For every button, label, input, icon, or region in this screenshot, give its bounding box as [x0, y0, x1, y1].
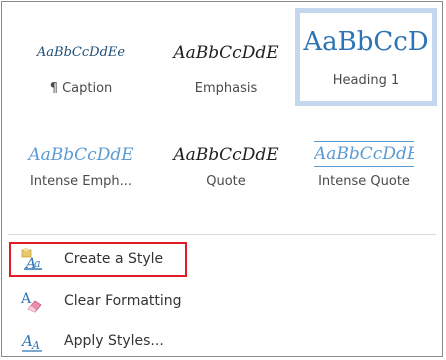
style-name: Intense Quote: [318, 174, 410, 189]
style-name: Intense Emph...: [29, 174, 133, 189]
style-tile-caption[interactable]: AaBbCcDdEe ¶ Caption: [12, 14, 150, 96]
menu-divider: [8, 234, 436, 235]
style-tile-emphasis[interactable]: AaBbCcDdE Emphasis: [157, 14, 295, 96]
style-tile-intense-quote[interactable]: AaBbCcDdE Intense Quote: [295, 118, 433, 200]
clear-formatting-label: Clear Formatting: [64, 293, 182, 309]
svg-text:A: A: [20, 291, 32, 307]
create-style-highlight-box: [9, 242, 187, 277]
styles-gallery: AaBbCcDdEe ¶ Caption AaBbCcDdE Emphasis …: [8, 8, 440, 193]
style-tile-heading-1[interactable]: AaBbCcD Heading 1: [295, 8, 437, 106]
apply-styles-label: Apply Styles...: [64, 333, 164, 349]
clear-formatting-icon: A: [20, 289, 44, 313]
svg-text:A: A: [31, 339, 40, 352]
style-sample: AaBbCcD: [303, 27, 429, 57]
style-tile-quote[interactable]: AaBbCcDdE Quote: [157, 118, 295, 200]
style-name: ¶ Caption: [49, 81, 113, 96]
clear-formatting-menu-item[interactable]: A Clear Formatting: [8, 284, 440, 318]
apply-styles-menu-item[interactable]: A A Apply Styles...: [8, 324, 440, 358]
style-name: Emphasis: [194, 81, 258, 96]
style-name: Heading 1: [332, 73, 400, 88]
style-sample: AaBbCcDdEe: [36, 45, 126, 60]
style-sample: AaBbCcDdE: [173, 43, 279, 63]
style-sample: AaBbCcDdE: [28, 145, 134, 165]
apply-styles-icon: A A: [20, 329, 44, 353]
style-tile-intense-emphasis[interactable]: AaBbCcDdE Intense Emph...: [12, 118, 150, 200]
styles-dropdown-panel: AaBbCcDdEe ¶ Caption AaBbCcDdE Emphasis …: [1, 1, 443, 357]
style-sample: AaBbCcDdE: [314, 141, 414, 167]
style-name: Quote: [206, 174, 246, 189]
style-sample: AaBbCcDdE: [173, 145, 279, 165]
